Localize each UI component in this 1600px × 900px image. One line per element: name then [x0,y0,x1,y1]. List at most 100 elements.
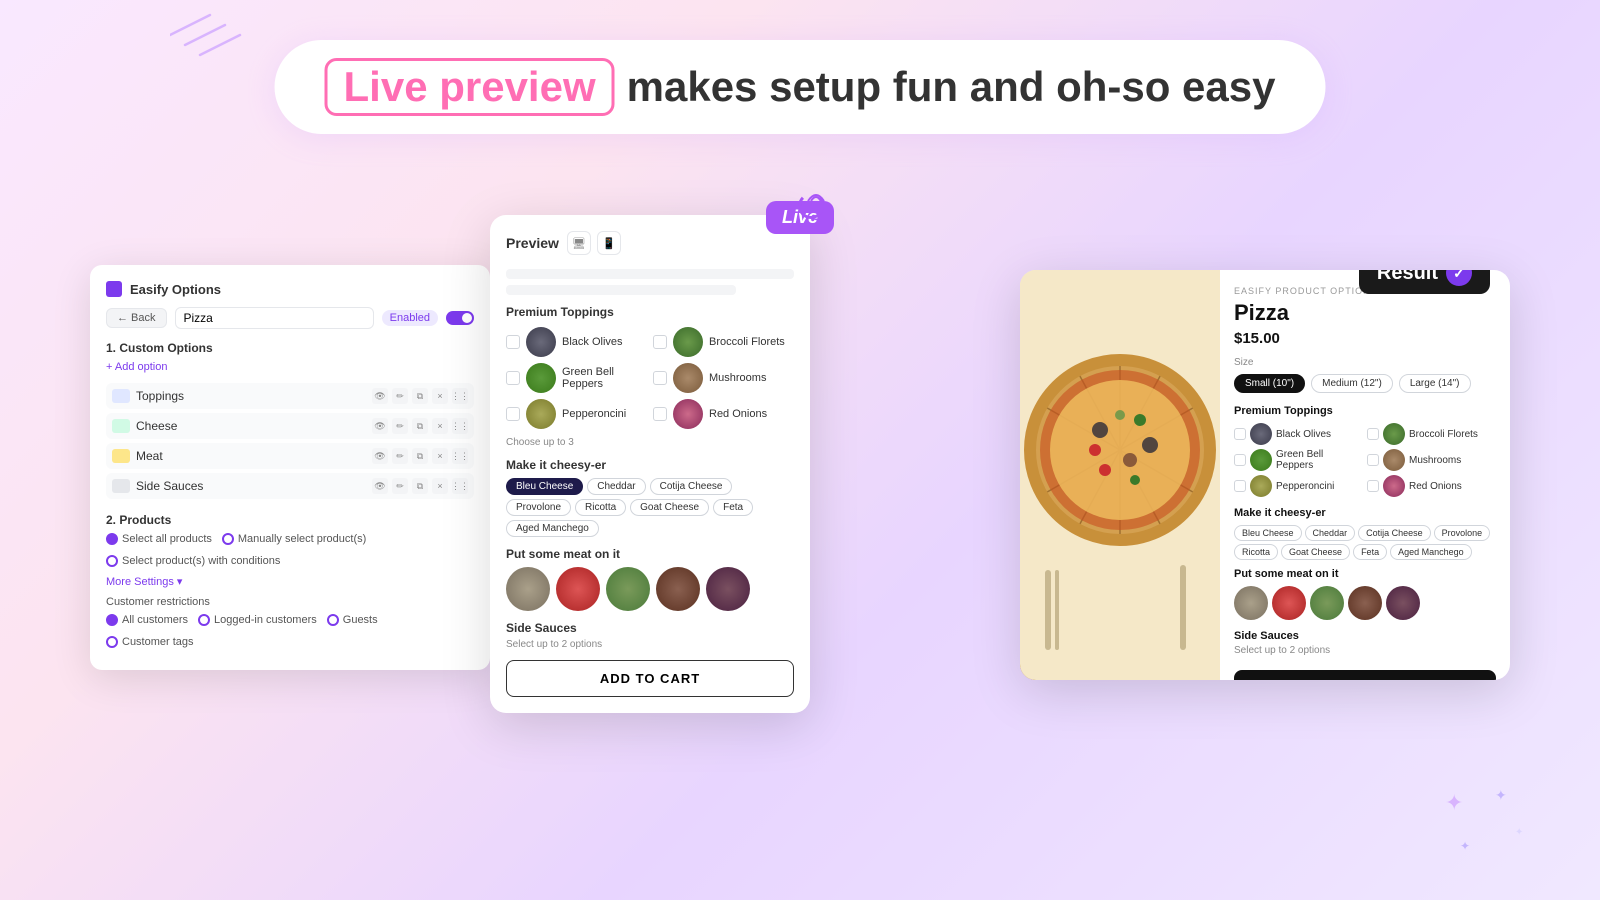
result-check-6[interactable] [1367,480,1379,492]
result-size-label: Size [1234,357,1496,368]
result-topping-red-onions[interactable]: Red Onions [1367,475,1496,497]
topping-checkbox-1[interactable] [506,335,520,349]
meat-4[interactable] [656,567,700,611]
size-large[interactable]: Large (14") [1399,374,1471,393]
preview-add-to-cart-button[interactable]: ADD TO CART [506,660,794,697]
result-chip-provolone[interactable]: Provolone [1434,525,1491,541]
result-check-1[interactable] [1234,428,1246,440]
topping-mushrooms[interactable]: Mushrooms [653,363,794,393]
size-medium[interactable]: Medium (12") [1311,374,1393,393]
chip-goat[interactable]: Goat Cheese [630,499,709,516]
cheese-copy[interactable]: ⧉ [412,418,428,434]
result-chip-manchego[interactable]: Aged Manchego [1390,544,1472,560]
radio-all[interactable]: Select all products [106,533,212,545]
chip-provolone[interactable]: Provolone [506,499,571,516]
preview-desktop-icon[interactable]: 🖥 [567,231,591,255]
meat-3[interactable] [606,567,650,611]
chip-manchego[interactable]: Aged Manchego [506,520,599,537]
result-topping-green-peppers[interactable]: Green Bell Peppers [1234,449,1363,471]
cheese-edit[interactable]: ✏ [392,418,408,434]
chip-feta[interactable]: Feta [713,499,753,516]
section2-title: 2. Products [106,513,474,527]
live-text: Live [782,207,818,227]
topping-red-onions[interactable]: Red Onions [653,399,794,429]
result-meat-5[interactable] [1386,586,1420,620]
meat-drag[interactable]: ⋮⋮ [452,448,468,464]
add-option-link[interactable]: + Add option [106,361,474,373]
result-chip-bleu[interactable]: Bleu Cheese [1234,525,1302,541]
meat-edit[interactable]: ✏ [392,448,408,464]
result-check-4[interactable] [1367,454,1379,466]
topping-pepperoncini[interactable]: Pepperoncini [506,399,647,429]
back-button[interactable]: ← Back [106,308,167,328]
topping-checkbox-3[interactable] [506,371,520,385]
result-topping-mushrooms[interactable]: Mushrooms [1367,449,1496,471]
result-check-2[interactable] [1367,428,1379,440]
topping-checkbox-6[interactable] [653,407,667,421]
result-topping-broccoli[interactable]: Broccoli Florets [1367,423,1496,445]
result-chip-goat[interactable]: Goat Cheese [1281,544,1350,560]
radio-manual[interactable]: Manually select product(s) [222,533,366,545]
preview-toppings-title: Premium Toppings [506,305,794,319]
topping-img-black-olives [526,327,556,357]
preview-header-container: Preview 🖥 📱 Live [506,231,794,255]
toppings-drag[interactable]: ⋮⋮ [452,388,468,404]
customer-guests[interactable]: Guests [327,614,378,626]
topping-bell-peppers[interactable]: Green Bell Peppers [506,363,647,393]
toppings-delete[interactable]: × [432,388,448,404]
result-chip-cheddar[interactable]: Cheddar [1305,525,1356,541]
topping-img-red-onions [673,399,703,429]
result-topping-black-olives[interactable]: Black Olives [1234,423,1363,445]
sauces-delete[interactable]: × [432,478,448,494]
toppings-edit[interactable]: ✏ [392,388,408,404]
result-topping-pepperoncini[interactable]: Pepperoncini [1234,475,1363,497]
meat-delete[interactable]: × [432,448,448,464]
more-settings-link[interactable]: More Settings ▾ [106,575,474,588]
topping-broccoli[interactable]: Broccoli Florets [653,327,794,357]
result-check-3[interactable] [1234,454,1246,466]
chip-cotija[interactable]: Cotija Cheese [650,478,733,495]
result-meat-1[interactable] [1234,586,1268,620]
sauces-copy[interactable]: ⧉ [412,478,428,494]
radio-manual-dot [222,533,234,545]
radio-conditions[interactable]: Select product(s) with conditions [106,555,280,567]
header-banner: Live preview makes setup fun and oh-so e… [275,40,1326,134]
result-check-5[interactable] [1234,480,1246,492]
chip-bleu-cheese[interactable]: Bleu Cheese [506,478,583,495]
sauces-eye[interactable]: 👁 [372,478,388,494]
topping-black-olives[interactable]: Black Olives [506,327,647,357]
topping-checkbox-4[interactable] [653,371,667,385]
sauces-drag[interactable]: ⋮⋮ [452,478,468,494]
result-chip-ricotta[interactable]: Ricotta [1234,544,1278,560]
result-chip-cotija[interactable]: Cotija Cheese [1358,525,1431,541]
cheese-delete[interactable]: × [432,418,448,434]
meat-2[interactable] [556,567,600,611]
meat-1[interactable] [506,567,550,611]
cheese-drag[interactable]: ⋮⋮ [452,418,468,434]
meat-5[interactable] [706,567,750,611]
topping-checkbox-5[interactable] [506,407,520,421]
result-price: $15.00 [1234,330,1496,347]
result-cheesy-title: Make it cheesy-er [1234,507,1496,519]
result-meat-3[interactable] [1310,586,1344,620]
customer-tags[interactable]: Customer tags [106,636,194,648]
result-add-cart-button[interactable]: Add to cart [1234,670,1496,680]
sauces-edit[interactable]: ✏ [392,478,408,494]
cheese-eye[interactable]: 👁 [372,418,388,434]
result-meat-4[interactable] [1348,586,1382,620]
customer-all[interactable]: All customers [106,614,188,626]
toppings-eye[interactable]: 👁 [372,388,388,404]
topping-checkbox-2[interactable] [653,335,667,349]
meat-eye[interactable]: 👁 [372,448,388,464]
enabled-toggle[interactable] [446,311,474,325]
chip-cheddar[interactable]: Cheddar [587,478,645,495]
result-chip-feta[interactable]: Feta [1353,544,1387,560]
preview-mobile-icon[interactable]: 📱 [597,231,621,255]
toppings-copy[interactable]: ⧉ [412,388,428,404]
pizza-input[interactable] [175,307,374,329]
chip-ricotta[interactable]: Ricotta [575,499,626,516]
customer-logged[interactable]: Logged-in customers [198,614,317,626]
meat-copy[interactable]: ⧉ [412,448,428,464]
size-small[interactable]: Small (10") [1234,374,1305,393]
result-meat-2[interactable] [1272,586,1306,620]
